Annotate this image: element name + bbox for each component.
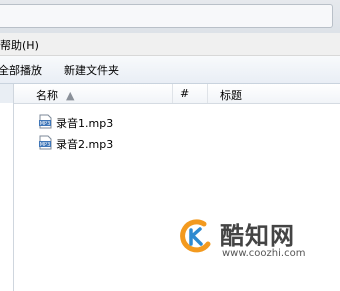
- menu-help[interactable]: 帮助(H): [0, 37, 39, 53]
- toolbar: 全部播放 新建文件夹: [0, 56, 340, 84]
- mp3-file-icon: MP3: [39, 114, 52, 129]
- column-headers: 名称 ▲ # 标题: [14, 84, 340, 104]
- file-name: 录音2.mp3: [56, 138, 114, 151]
- column-name[interactable]: 名称 ▲: [14, 84, 173, 103]
- nav-selected-item[interactable]: [0, 84, 13, 103]
- watermark: 酷知网 www.coozhi.com: [178, 216, 328, 276]
- new-folder-button[interactable]: 新建文件夹: [64, 62, 119, 78]
- svg-text:MP3: MP3: [40, 142, 51, 148]
- address-bar[interactable]: [0, 4, 333, 28]
- menu-bar: 帮助(H): [0, 33, 340, 56]
- coozhi-logo-icon: [180, 219, 211, 253]
- watermark-brand: 酷知网: [220, 222, 295, 250]
- column-title[interactable]: 标题: [208, 84, 340, 103]
- file-name: 录音1.mp3: [56, 117, 114, 130]
- window-titlebar: [0, 0, 340, 33]
- play-all-button[interactable]: 全部播放: [0, 62, 42, 78]
- column-title-label: 标题: [220, 89, 242, 102]
- mp3-file-icon: MP3: [39, 135, 52, 150]
- column-number[interactable]: #: [173, 84, 208, 103]
- svg-text:MP3: MP3: [40, 121, 51, 127]
- watermark-url: www.coozhi.com: [222, 248, 306, 259]
- column-name-label: 名称: [36, 89, 58, 102]
- column-number-label: #: [180, 87, 190, 100]
- sort-ascending-icon: ▲: [66, 89, 75, 102]
- navigation-pane[interactable]: [0, 84, 14, 291]
